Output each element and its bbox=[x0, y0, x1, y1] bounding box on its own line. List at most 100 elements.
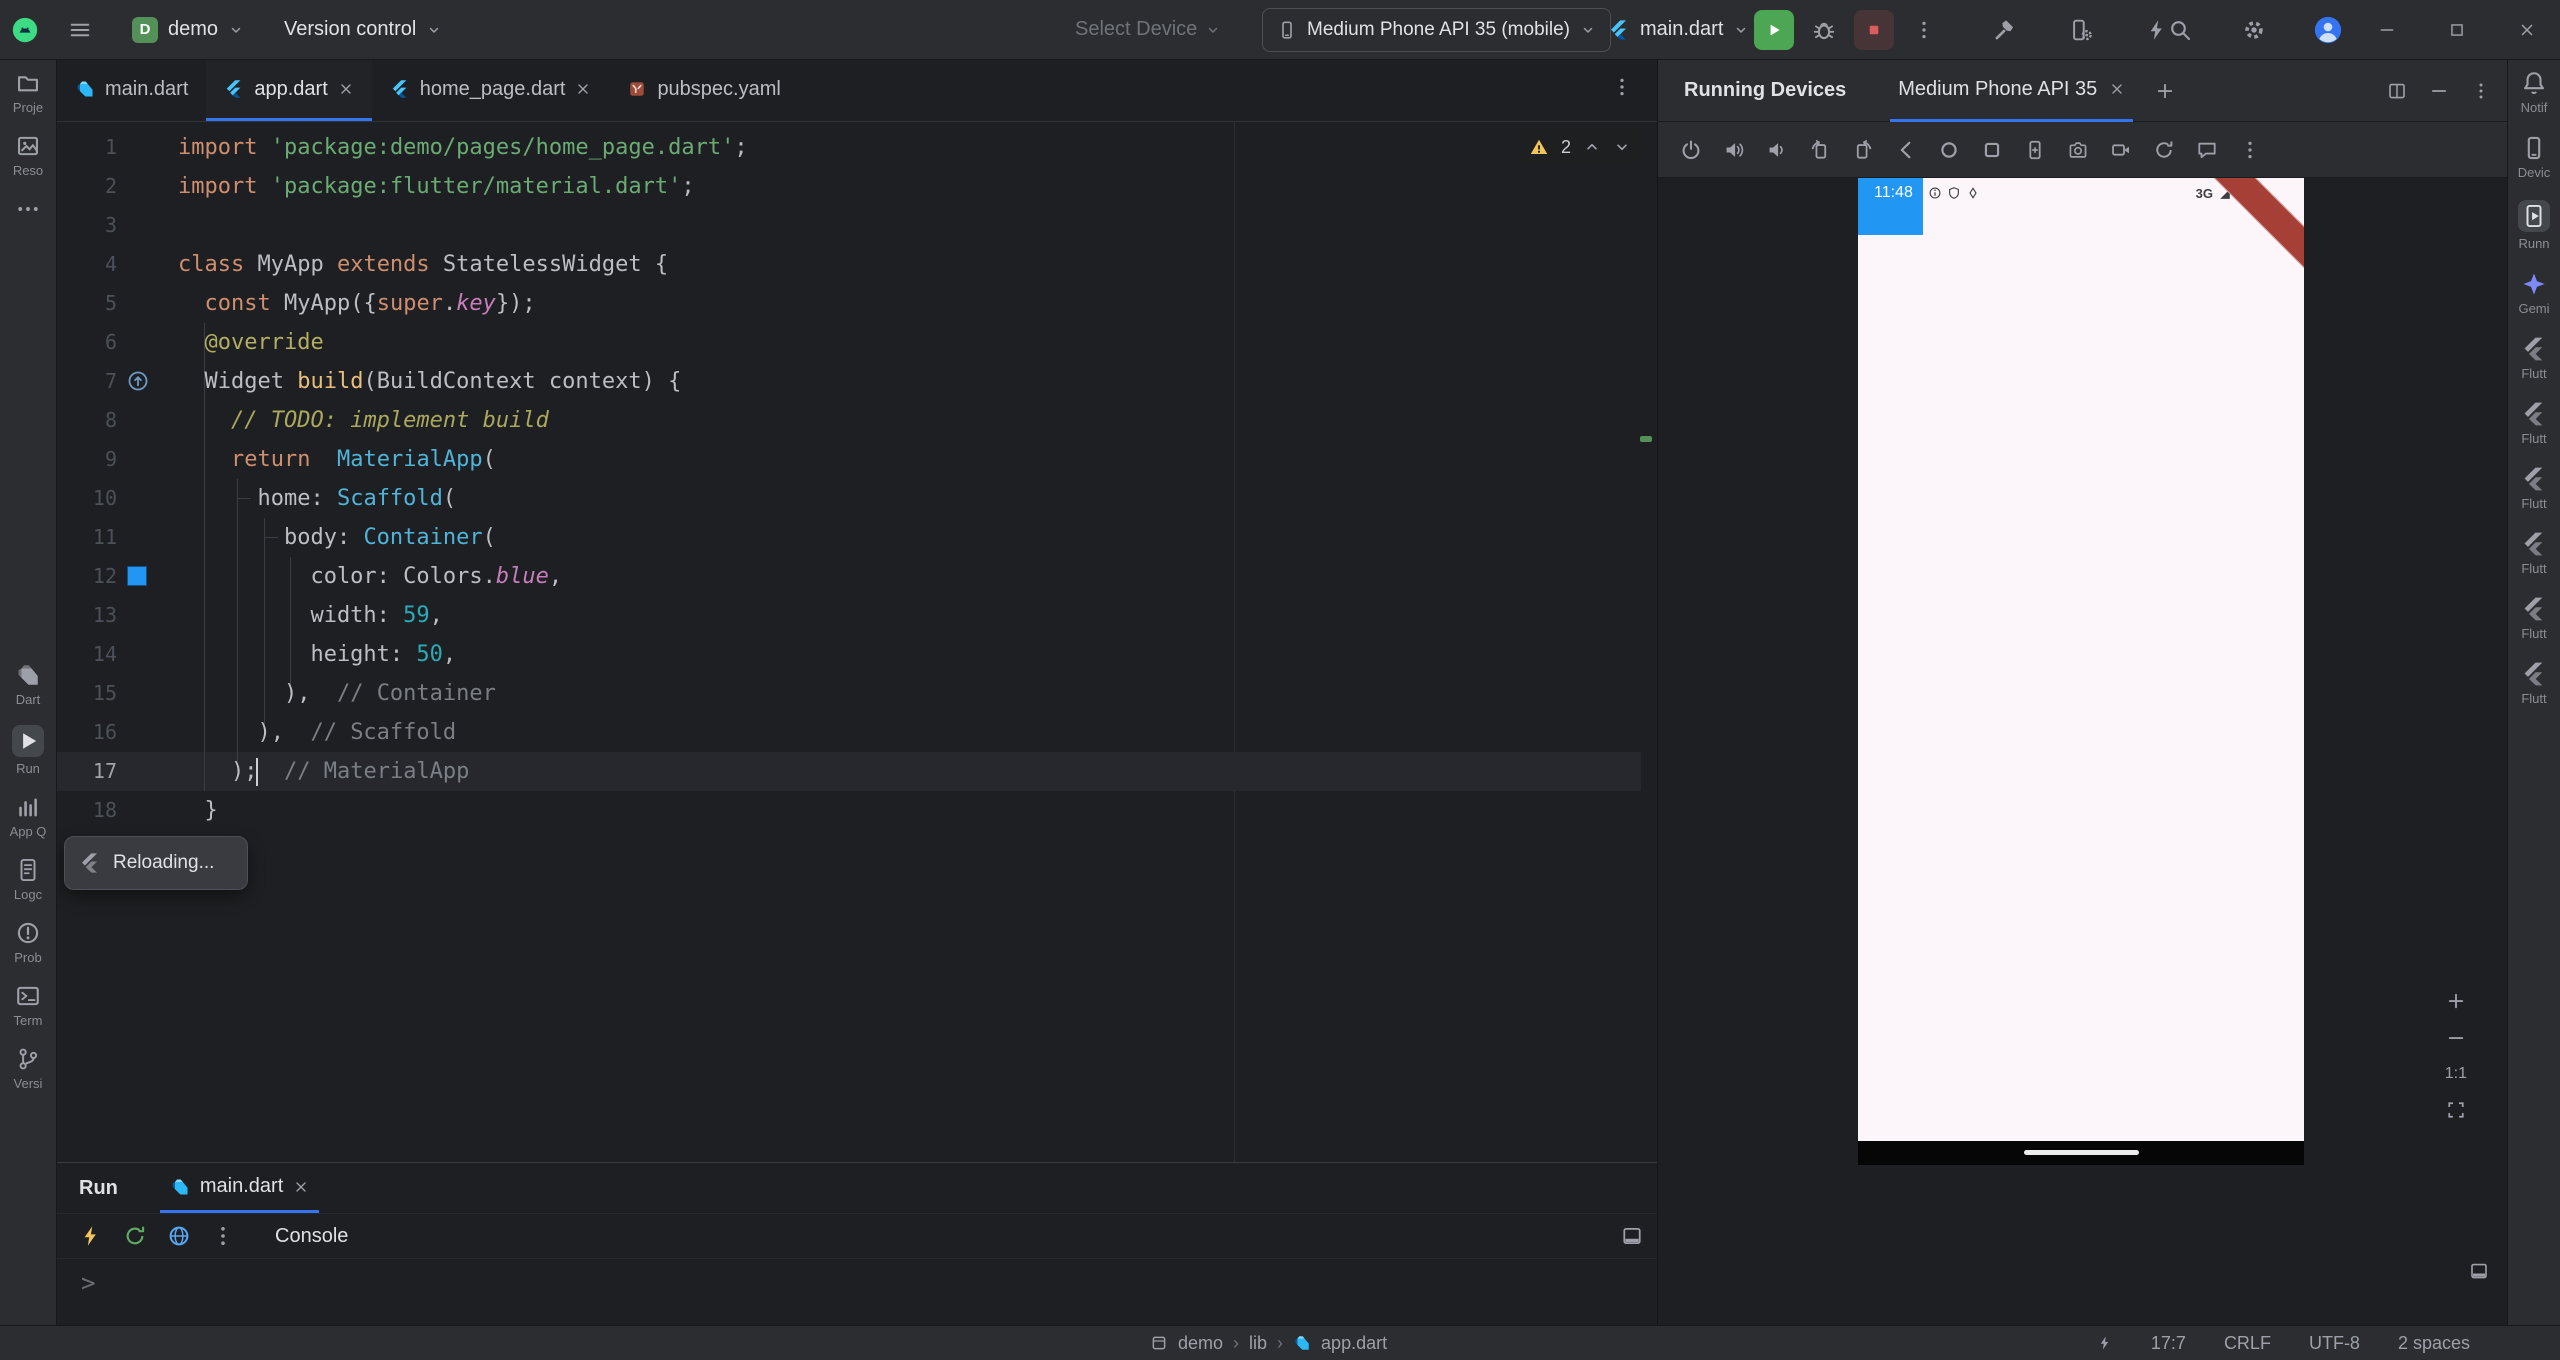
right-stripe-Gemi[interactable]: Gemi bbox=[2508, 271, 2560, 316]
right-stripe-Flutt[interactable]: Flutt bbox=[2508, 661, 2560, 706]
line-number[interactable]: 3 bbox=[57, 206, 117, 245]
breadcrumb-lib[interactable]: lib bbox=[1249, 1333, 1267, 1354]
line-number[interactable]: 17 bbox=[57, 752, 117, 791]
tab-app.dart[interactable]: app.dart bbox=[206, 60, 372, 121]
zoom-out-button[interactable] bbox=[2446, 1028, 2466, 1048]
run-configuration-selector[interactable]: main.dart bbox=[1600, 8, 1757, 52]
line-number[interactable]: 18 bbox=[57, 791, 117, 830]
code-line-12[interactable]: 12 color: Colors.blue, bbox=[57, 557, 1657, 596]
device-message-button[interactable] bbox=[2190, 133, 2224, 167]
close-run-tab-icon[interactable] bbox=[293, 1179, 309, 1195]
prev-problem-button[interactable] bbox=[1583, 138, 1601, 156]
main-menu-button[interactable] bbox=[56, 8, 104, 52]
file-encoding[interactable]: UTF-8 bbox=[2309, 1333, 2360, 1354]
device-record-button[interactable] bbox=[2104, 133, 2138, 167]
code-line-11[interactable]: 11 body: Container( bbox=[57, 518, 1657, 557]
right-stripe-Notif[interactable]: Notif bbox=[2508, 70, 2560, 115]
minimize-window-button[interactable] bbox=[2358, 0, 2416, 60]
code-line-4[interactable]: 4 class MyApp extends StatelessWidget { bbox=[57, 245, 1657, 284]
tab-pubspec.yaml[interactable]: pubspec.yaml bbox=[609, 60, 798, 121]
device-screenshot-button[interactable] bbox=[2018, 133, 2052, 167]
tab-options-button[interactable] bbox=[1609, 76, 1635, 102]
run-button[interactable] bbox=[1754, 9, 1794, 50]
close-device-tab-icon[interactable] bbox=[2109, 81, 2125, 97]
search-button[interactable] bbox=[2160, 10, 2200, 50]
hammer-button[interactable] bbox=[1985, 10, 2025, 50]
line-number[interactable]: 7 bbox=[57, 362, 117, 401]
zoom-in-button[interactable] bbox=[2446, 991, 2466, 1011]
line-number[interactable]: 15 bbox=[57, 674, 117, 713]
color-swatch-icon[interactable] bbox=[127, 566, 147, 586]
line-number[interactable]: 14 bbox=[57, 635, 117, 674]
device-overview-button[interactable] bbox=[1975, 133, 2009, 167]
vcs-widget[interactable]: Version control bbox=[272, 8, 454, 52]
device-vol-down-button[interactable] bbox=[1760, 133, 1794, 167]
left-stripe-Run[interactable]: Run bbox=[0, 725, 56, 776]
console-tab[interactable]: Console bbox=[275, 1225, 348, 1248]
hot-reload-button[interactable] bbox=[73, 1218, 109, 1254]
panel-options-icon[interactable] bbox=[2471, 81, 2491, 101]
hide-panel-icon[interactable] bbox=[2429, 81, 2449, 101]
line-number[interactable]: 10 bbox=[57, 479, 117, 518]
line-ending[interactable]: CRLF bbox=[2224, 1333, 2271, 1354]
left-stripe-Term[interactable]: Term bbox=[0, 983, 56, 1028]
line-number[interactable]: 1 bbox=[57, 128, 117, 167]
add-device-tab-button[interactable] bbox=[2155, 81, 2175, 101]
emulator-screen[interactable]: 11:48 3G bbox=[1858, 178, 2304, 1165]
zoom-reset-button[interactable]: 1:1 bbox=[2445, 1065, 2467, 1083]
run-more-options-button[interactable] bbox=[205, 1218, 241, 1254]
right-stripe-Flutt[interactable]: Flutt bbox=[2508, 336, 2560, 381]
right-stripe-Flutt[interactable]: Flutt bbox=[2508, 401, 2560, 446]
breadcrumb-demo[interactable]: demo bbox=[1178, 1333, 1223, 1354]
line-number[interactable]: 4 bbox=[57, 245, 117, 284]
console-output[interactable]: > bbox=[57, 1259, 1657, 1325]
left-stripe-Proje[interactable]: Proje bbox=[0, 70, 56, 115]
left-stripe-Versi[interactable]: Versi bbox=[0, 1046, 56, 1091]
override-gutter-icon[interactable] bbox=[127, 370, 149, 392]
left-stripe-Prob[interactable]: Prob bbox=[0, 920, 56, 965]
device-tab[interactable]: Medium Phone API 35 bbox=[1890, 60, 2134, 122]
device-frame-toggle-icon[interactable] bbox=[2469, 1261, 2489, 1281]
gear-button[interactable] bbox=[2234, 10, 2274, 50]
code-line-10[interactable]: 10 home: Scaffold( bbox=[57, 479, 1657, 518]
code-line-3[interactable]: 3 bbox=[57, 206, 1657, 245]
device-camera-button[interactable] bbox=[2061, 133, 2095, 167]
inspections-widget[interactable]: 2 bbox=[1518, 128, 1641, 166]
right-stripe-Flutt[interactable]: Flutt bbox=[2508, 531, 2560, 576]
code-line-9[interactable]: 9 return MaterialApp( bbox=[57, 440, 1657, 479]
close-window-button[interactable] bbox=[2498, 0, 2556, 60]
avatar-button[interactable] bbox=[2308, 10, 2348, 50]
right-stripe-Flutt[interactable]: Flutt bbox=[2508, 596, 2560, 641]
open-devtools-button[interactable] bbox=[161, 1218, 197, 1254]
line-number[interactable]: 11 bbox=[57, 518, 117, 557]
close-tab-icon[interactable] bbox=[575, 81, 591, 97]
debug-button[interactable] bbox=[1804, 10, 1844, 50]
select-device-widget[interactable]: Select Device bbox=[1075, 0, 1221, 59]
code-line-15[interactable]: 15 ), // Container bbox=[57, 674, 1657, 713]
device-power-button[interactable] bbox=[1674, 133, 1708, 167]
right-stripe-Devic[interactable]: Devic bbox=[2508, 135, 2560, 180]
right-stripe-Runn[interactable]: Runn bbox=[2508, 200, 2560, 251]
device-sync-button[interactable] bbox=[2147, 133, 2181, 167]
code-line-7[interactable]: 7 Widget build(BuildContext context) { bbox=[57, 362, 1657, 401]
split-panel-icon[interactable] bbox=[2387, 81, 2407, 101]
line-number[interactable]: 2 bbox=[57, 167, 117, 206]
code-line-17[interactable]: 17 ); // MaterialApp bbox=[57, 752, 1657, 791]
line-number[interactable]: 12 bbox=[57, 557, 117, 596]
code-editor[interactable]: 1 import 'package:demo/pages/home_page.da… bbox=[57, 122, 1657, 1162]
left-stripe-Logc[interactable]: Logc bbox=[0, 857, 56, 902]
line-number[interactable]: 8 bbox=[57, 401, 117, 440]
line-number[interactable]: 16 bbox=[57, 713, 117, 752]
hot-restart-button[interactable] bbox=[117, 1218, 153, 1254]
indent-style[interactable]: 2 spaces bbox=[2398, 1333, 2470, 1354]
code-line-2[interactable]: 2 import 'package:flutter/material.dart'; bbox=[57, 167, 1657, 206]
run-tab-main-dart[interactable]: main.dart bbox=[159, 1163, 320, 1213]
code-line-16[interactable]: 16 ), // Scaffold bbox=[57, 713, 1657, 752]
code-line-8[interactable]: 8 // TODO: implement build bbox=[57, 401, 1657, 440]
left-stripe-Reso[interactable]: Reso bbox=[0, 133, 56, 178]
left-stripe-Dart[interactable]: Dart bbox=[0, 662, 56, 707]
device-back-button[interactable] bbox=[1889, 133, 1923, 167]
line-number[interactable]: 6 bbox=[57, 323, 117, 362]
project-widget[interactable]: D demo bbox=[120, 8, 256, 52]
device-rotate-right-button[interactable] bbox=[1846, 133, 1880, 167]
